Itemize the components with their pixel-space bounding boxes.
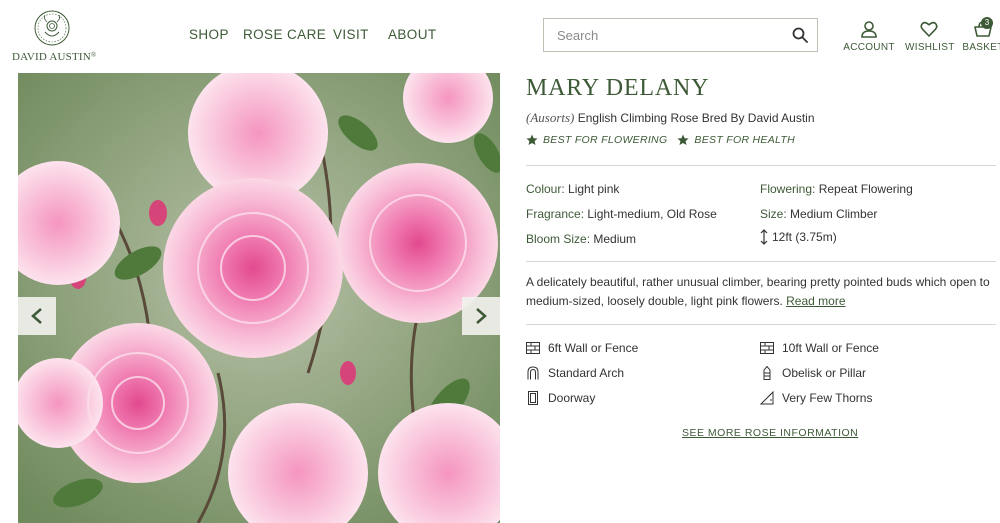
star-icon <box>526 134 538 145</box>
product-title: MARY DELANY <box>526 75 710 101</box>
product-description: A delicately beautiful, rather unusual c… <box>526 275 990 308</box>
nav-visit[interactable]: VISIT <box>333 27 369 42</box>
gallery-next-button[interactable] <box>462 297 500 335</box>
divider <box>526 261 996 262</box>
spec-height: 12ft (3.75m) <box>760 229 837 245</box>
product-code: (Ausorts) <box>526 110 575 125</box>
see-more-rose-info-link[interactable]: SEE MORE ROSE INFORMATION <box>682 427 858 439</box>
logo-text: DAVID AUSTIN <box>12 51 91 63</box>
product-type: English Climbing Rose Bred By David Aust… <box>577 111 815 125</box>
divider <box>526 165 996 166</box>
obelisk-icon <box>763 366 771 380</box>
nav-rose-care[interactable]: ROSE CARE <box>243 27 326 42</box>
heart-icon <box>920 21 938 37</box>
spec-size: Size: Medium Climber <box>760 207 878 221</box>
tag-best-health: BEST FOR HEALTH <box>677 134 795 146</box>
basket-count-badge: 3 <box>981 17 993 29</box>
wall-icon <box>526 342 540 354</box>
wall-icon <box>760 342 774 354</box>
use-standard-arch: Standard Arch <box>526 366 624 380</box>
spec-colour: Colour: Light pink <box>526 182 620 196</box>
nav-about[interactable]: ABOUT <box>388 27 437 42</box>
height-arrow-icon <box>760 229 768 245</box>
spec-bloom-size: Bloom Size: Medium <box>526 232 637 246</box>
rose-photo <box>18 73 500 523</box>
basket-label: BASKET <box>962 42 1000 53</box>
search-input[interactable] <box>544 19 784 51</box>
search-box <box>543 18 818 52</box>
product-image-gallery <box>18 73 500 523</box>
use-10ft-wall: 10ft Wall or Fence <box>760 341 879 355</box>
gallery-prev-button[interactable] <box>18 297 56 335</box>
product-subtitle: (Ausorts) English Climbing Rose Bred By … <box>526 110 815 126</box>
search-icon[interactable] <box>792 27 808 43</box>
product-tags: BEST FOR FLOWERING BEST FOR HEALTH <box>526 134 795 146</box>
spec-fragrance: Fragrance: Light-medium, Old Rose <box>526 207 717 221</box>
chevron-right-icon <box>476 308 487 324</box>
account-label: ACCOUNT <box>843 42 895 53</box>
use-obelisk-pillar: Obelisk or Pillar <box>760 366 866 380</box>
read-more-link[interactable]: Read more <box>786 294 845 308</box>
basket-button[interactable]: 3 BASKET <box>962 17 1000 53</box>
site-header: DAVID AUSTIN® SHOP ROSE CARE VISIT ABOUT… <box>0 0 1000 73</box>
use-doorway: Doorway <box>526 391 595 405</box>
david-austin-logo[interactable]: DAVID AUSTIN® <box>12 8 97 66</box>
rose-emblem-icon <box>34 10 70 46</box>
star-icon <box>677 134 690 145</box>
chevron-left-icon <box>31 308 42 324</box>
tag-best-flowering: BEST FOR FLOWERING <box>526 134 667 146</box>
use-few-thorns: Very Few Thorns <box>760 391 872 405</box>
spec-flowering: Flowering: Repeat Flowering <box>760 182 913 196</box>
divider <box>526 324 996 325</box>
account-button[interactable]: ACCOUNT <box>842 20 896 53</box>
door-icon <box>528 391 538 405</box>
thorn-icon <box>760 391 774 405</box>
arch-icon <box>527 366 539 380</box>
registered-mark: ® <box>90 51 97 59</box>
wishlist-label: WISHLIST <box>905 42 955 53</box>
use-6ft-wall: 6ft Wall or Fence <box>526 341 638 355</box>
nav-shop[interactable]: SHOP <box>189 27 229 42</box>
wishlist-button[interactable]: WISHLIST <box>905 20 955 53</box>
user-icon <box>861 21 877 38</box>
